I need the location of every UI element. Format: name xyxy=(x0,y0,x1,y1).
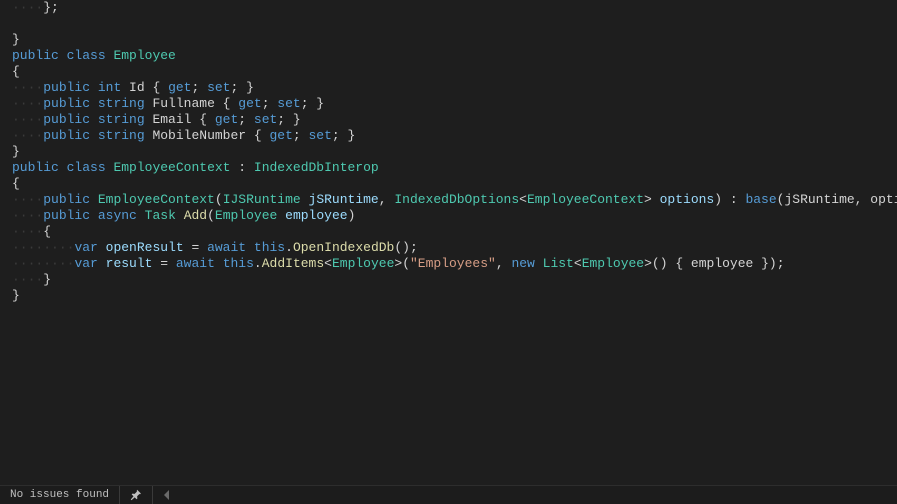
pin-icon xyxy=(130,489,142,501)
code-line[interactable]: ····public async Task Add(Employee emplo… xyxy=(12,208,889,224)
code-line[interactable]: ····{ xyxy=(12,224,889,240)
chevron-left-icon xyxy=(163,490,171,500)
code-line[interactable]: ····} xyxy=(12,272,889,288)
code-line[interactable]: ····public EmployeeContext(IJSRuntime jS… xyxy=(12,192,889,208)
code-line[interactable]: ····public string Email { get; set; } xyxy=(12,112,889,128)
code-line[interactable]: { xyxy=(12,64,889,80)
code-editor[interactable]: ····};}public class Employee{····public … xyxy=(0,0,897,486)
code-line[interactable]: ····public string MobileNumber { get; se… xyxy=(12,128,889,144)
issues-text: No issues found xyxy=(10,487,109,503)
code-line[interactable]: { xyxy=(12,176,889,192)
code-line[interactable]: public class EmployeeContext : IndexedDb… xyxy=(12,160,889,176)
code-line[interactable]: ········var result = await this.AddItems… xyxy=(12,256,889,272)
status-bar: No issues found xyxy=(0,485,897,504)
code-line[interactable] xyxy=(12,16,889,32)
status-pin-section[interactable] xyxy=(120,489,152,501)
code-line[interactable]: ····}; xyxy=(12,0,889,16)
code-line[interactable]: ····public string Fullname { get; set; } xyxy=(12,96,889,112)
code-line[interactable]: public class Employee xyxy=(12,48,889,64)
code-line[interactable]: } xyxy=(12,144,889,160)
code-line[interactable]: ········var openResult = await this.Open… xyxy=(12,240,889,256)
status-nav-section[interactable] xyxy=(153,490,181,500)
code-line[interactable]: ····public int Id { get; set; } xyxy=(12,80,889,96)
code-line[interactable]: } xyxy=(12,288,889,304)
code-line[interactable]: } xyxy=(12,32,889,48)
status-issues[interactable]: No issues found xyxy=(0,487,119,503)
